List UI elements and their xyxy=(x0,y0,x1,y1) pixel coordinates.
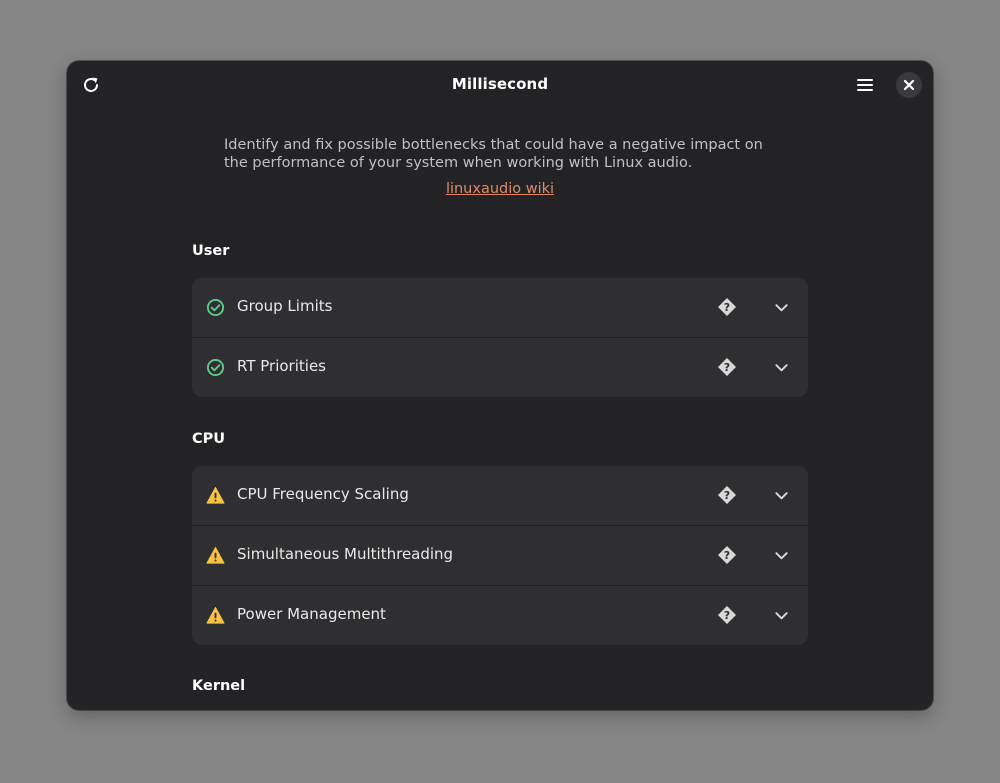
warning-icon xyxy=(206,546,225,564)
svg-text:?: ? xyxy=(724,549,730,562)
check-row-cpu-frequency-scaling[interactable]: CPU Frequency Scaling ? xyxy=(192,466,808,526)
chevron-down-icon[interactable] xyxy=(774,608,789,623)
check-ok-icon xyxy=(206,298,225,317)
user-checks-list: Group Limits ? RT Priorities ? xyxy=(192,278,808,397)
main-menu-button[interactable] xyxy=(852,72,878,98)
chevron-down-icon[interactable] xyxy=(774,300,789,315)
warning-icon xyxy=(206,486,225,504)
check-row-group-limits[interactable]: Group Limits ? xyxy=(192,278,808,338)
check-label: Simultaneous Multithreading xyxy=(237,545,454,563)
check-row-power-management[interactable]: Power Management ? xyxy=(192,586,808,645)
svg-text:?: ? xyxy=(724,489,730,502)
help-icon[interactable]: ? xyxy=(717,485,737,505)
headerbar: Millisecond xyxy=(67,61,933,108)
chevron-down-icon[interactable] xyxy=(774,488,789,503)
svg-text:?: ? xyxy=(724,301,730,314)
chevron-down-icon[interactable] xyxy=(774,360,789,375)
help-icon[interactable]: ? xyxy=(717,545,737,565)
check-label: Group Limits xyxy=(237,297,333,315)
warning-icon xyxy=(206,606,225,624)
help-icon[interactable]: ? xyxy=(717,297,737,317)
section-title-kernel: Kernel xyxy=(192,678,246,694)
check-ok-icon xyxy=(206,358,225,377)
svg-text:?: ? xyxy=(724,361,730,374)
close-button[interactable] xyxy=(896,72,922,98)
check-row-simultaneous-multithreading[interactable]: Simultaneous Multithreading ? xyxy=(192,526,808,586)
hamburger-menu-icon xyxy=(857,79,873,91)
svg-text:?: ? xyxy=(724,609,730,622)
chevron-down-icon[interactable] xyxy=(774,548,789,563)
check-label: Power Management xyxy=(237,605,386,623)
section-title-cpu: CPU xyxy=(192,431,226,447)
help-icon[interactable]: ? xyxy=(717,357,737,377)
check-label: CPU Frequency Scaling xyxy=(237,485,409,503)
section-title-user: User xyxy=(192,243,230,259)
window-title: Millisecond xyxy=(451,75,549,93)
wiki-link-label[interactable]: linuxaudio wiki xyxy=(446,181,554,197)
close-icon xyxy=(903,79,915,91)
check-label: RT Priorities xyxy=(237,357,326,375)
cpu-checks-list: CPU Frequency Scaling ? Simultaneous Mul… xyxy=(192,466,808,645)
linuxaudio-wiki-link[interactable]: linuxaudio wiki xyxy=(67,181,933,197)
check-row-rt-priorities[interactable]: RT Priorities ? xyxy=(192,338,808,397)
app-window: Millisecond Identify and fix possible bo… xyxy=(67,61,933,710)
intro-text: Identify and fix possible bottlenecks th… xyxy=(224,137,763,171)
help-icon[interactable]: ? xyxy=(717,605,737,625)
